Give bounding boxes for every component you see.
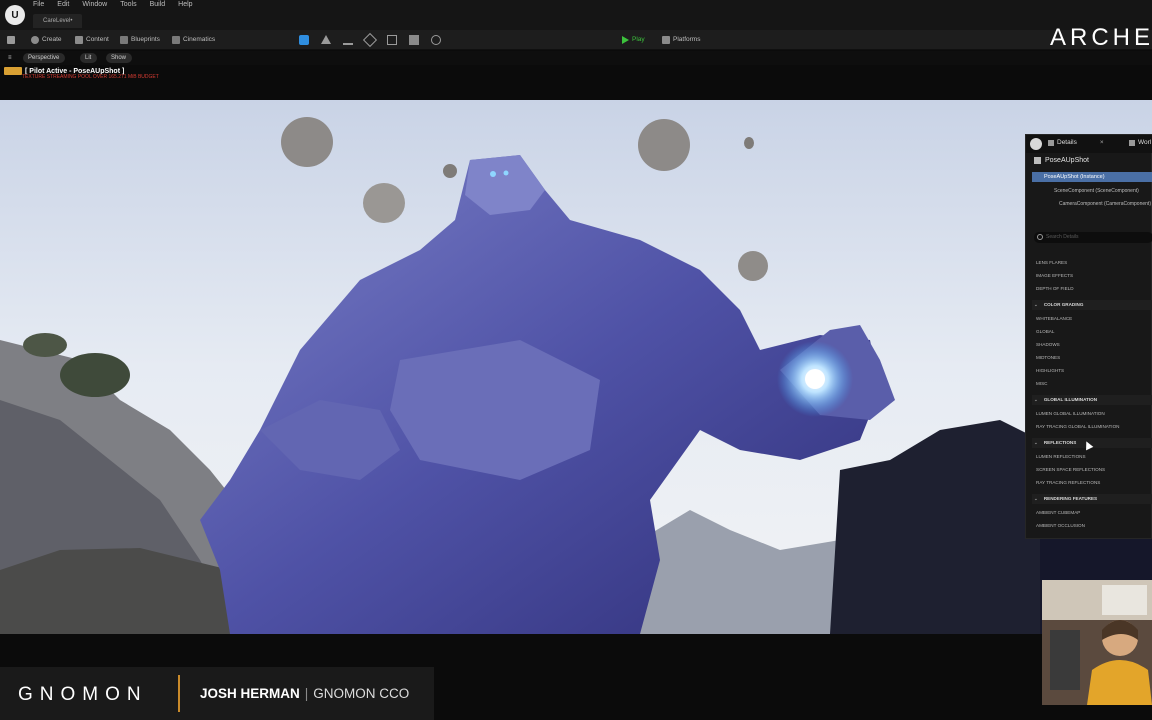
details-property-row[interactable]: LUMEN REFLECTIONS: [1036, 454, 1086, 459]
modeling-mode-icon[interactable]: [387, 35, 397, 45]
texture-streaming-warning: TEXTURE STREAMING POOL OVER 165.271 MiB …: [22, 74, 159, 80]
presenter-credit: JOSH HERMAN | GNOMON CCO: [200, 686, 409, 701]
details-panel: Details × Worl PoseAUpShot PoseAUpShot (I…: [1025, 134, 1152, 539]
world-icon: [1129, 139, 1135, 146]
search-icon: [1037, 234, 1043, 240]
details-property-row[interactable]: RAY TRACING GLOBAL ILLUMINATION: [1036, 424, 1119, 429]
content-icon: [75, 36, 83, 44]
hamburger-icon[interactable]: ≡: [3, 53, 18, 63]
cinematics-icon: [172, 36, 180, 44]
lit-button[interactable]: Lit: [80, 53, 98, 63]
actor-icon: [1034, 157, 1041, 164]
blueprints-button[interactable]: Blueprints: [120, 34, 160, 46]
cinematics-button[interactable]: Cinematics: [172, 34, 215, 46]
foliage-mode-icon[interactable]: [343, 35, 353, 45]
viewport-render[interactable]: [0, 100, 1152, 634]
details-property-row[interactable]: AMBIENT OCCLUSION: [1036, 523, 1085, 528]
menu-build[interactable]: Build: [150, 1, 166, 8]
play-button[interactable]: Play: [622, 34, 645, 46]
menu-bar: U File Edit Window Tools Build Help Care…: [0, 0, 1152, 30]
fracture-mode-icon[interactable]: [409, 35, 419, 45]
name-separator: |: [304, 686, 309, 701]
platforms-button[interactable]: Platforms: [662, 34, 700, 46]
lower-third-divider: [178, 675, 180, 712]
chevron-down-icon: ⌄: [1034, 440, 1038, 445]
level-tab[interactable]: CareLevel•: [33, 14, 83, 28]
details-property-row[interactable]: WHITEBALANCE: [1036, 316, 1072, 321]
archetype-logo: ARCHE: [1050, 24, 1152, 51]
viewport-toolbar: ≡ Perspective Lit Show: [0, 51, 1152, 65]
chevron-down-icon: ⌄: [1034, 302, 1038, 307]
presenter-role: GNOMON CCO: [313, 686, 410, 701]
menu-window[interactable]: Window: [82, 1, 107, 8]
brush-mode-icon[interactable]: [431, 35, 441, 45]
component-row[interactable]: SceneComponent (SceneComponent): [1054, 188, 1139, 194]
rock-golem-scene: [0, 100, 1152, 634]
section-label: GLOBAL ILLUMINATION: [1043, 397, 1098, 402]
presenter-video-frame: [1042, 580, 1152, 705]
details-property-row[interactable]: MISC: [1036, 381, 1047, 386]
component-row[interactable]: CameraComponent (CameraComponent): [1059, 201, 1151, 207]
close-icon[interactable]: ×: [1100, 139, 1104, 146]
details-property-row[interactable]: HIGHLIGHTS: [1036, 368, 1064, 373]
chevron-down-icon: ⌄: [1034, 496, 1038, 501]
details-section-header[interactable]: ⌄ GLOBAL ILLUMINATION: [1032, 395, 1152, 405]
details-property-row[interactable]: RAY TRACING REFLECTIONS: [1036, 480, 1100, 485]
search-details-input[interactable]: Search Details: [1034, 232, 1152, 243]
main-toolbar: Create Content Blueprints Cinematics Pla…: [0, 30, 1152, 50]
details-property-row[interactable]: MIDTONES: [1036, 355, 1060, 360]
section-label: REFLECTIONS: [1043, 440, 1077, 445]
blueprints-icon: [120, 36, 128, 44]
unreal-logo-icon: [1030, 138, 1042, 150]
actor-header: PoseAUpShot: [1034, 157, 1089, 164]
details-property-row[interactable]: SHADOWS: [1036, 342, 1060, 347]
tab-details[interactable]: Details ×: [1048, 139, 1104, 146]
menu-help[interactable]: Help: [178, 1, 192, 8]
details-section-header[interactable]: ⌄ RENDERING FEATURES: [1032, 494, 1152, 504]
mesh-paint-mode-icon[interactable]: [362, 32, 378, 48]
details-property-row[interactable]: AMBIENT CUBEMAP: [1036, 510, 1080, 515]
details-property-row[interactable]: SCREEN SPACE REFLECTIONS: [1036, 467, 1105, 472]
platforms-icon: [662, 36, 670, 44]
details-section-header[interactable]: ⌄ COLOR GRADING: [1032, 300, 1152, 310]
presenter-name: JOSH HERMAN: [200, 686, 300, 701]
selected-instance-row[interactable]: PoseAUpShot (Instance): [1032, 172, 1152, 182]
details-property-row[interactable]: IMAGE EFFECTS: [1036, 273, 1073, 278]
details-icon: [1048, 139, 1054, 146]
details-property-row[interactable]: GLOBAL: [1036, 329, 1054, 334]
tab-world-settings[interactable]: Worl: [1129, 139, 1151, 146]
details-tabs: Details × Worl: [1026, 135, 1152, 153]
menu-file[interactable]: File: [33, 1, 44, 8]
show-button[interactable]: Show: [106, 53, 133, 63]
details-property-row[interactable]: DEPTH OF FIELD: [1036, 286, 1074, 291]
select-mode-icon[interactable]: [299, 35, 309, 45]
unreal-logo-icon[interactable]: U: [5, 5, 25, 25]
presenter-webcam: [1042, 580, 1152, 705]
create-icon: [31, 36, 39, 44]
create-button[interactable]: Create: [31, 34, 62, 46]
details-property-row[interactable]: LENS FLARES: [1036, 260, 1067, 265]
section-label: COLOR GRADING: [1043, 302, 1084, 307]
lower-third: GNOMON JOSH HERMAN | GNOMON CCO: [0, 667, 434, 720]
section-label: RENDERING FEATURES: [1043, 496, 1098, 501]
main-menu: File Edit Window Tools Build Help: [33, 1, 193, 8]
gnomon-logo: GNOMON: [18, 684, 148, 705]
menu-edit[interactable]: Edit: [57, 1, 69, 8]
play-icon: [622, 36, 629, 44]
camera-pilot-icon[interactable]: [4, 67, 22, 75]
chevron-down-icon: ⌄: [1034, 397, 1038, 402]
actor-name: PoseAUpShot: [1045, 157, 1089, 164]
save-icon[interactable]: [7, 34, 15, 46]
content-button[interactable]: Content: [75, 34, 109, 46]
details-property-row[interactable]: LUMEN GLOBAL ILLUMINATION: [1036, 411, 1105, 416]
perspective-button[interactable]: Perspective: [23, 53, 66, 63]
landscape-mode-icon[interactable]: [321, 35, 331, 44]
menu-tools[interactable]: Tools: [120, 1, 136, 8]
